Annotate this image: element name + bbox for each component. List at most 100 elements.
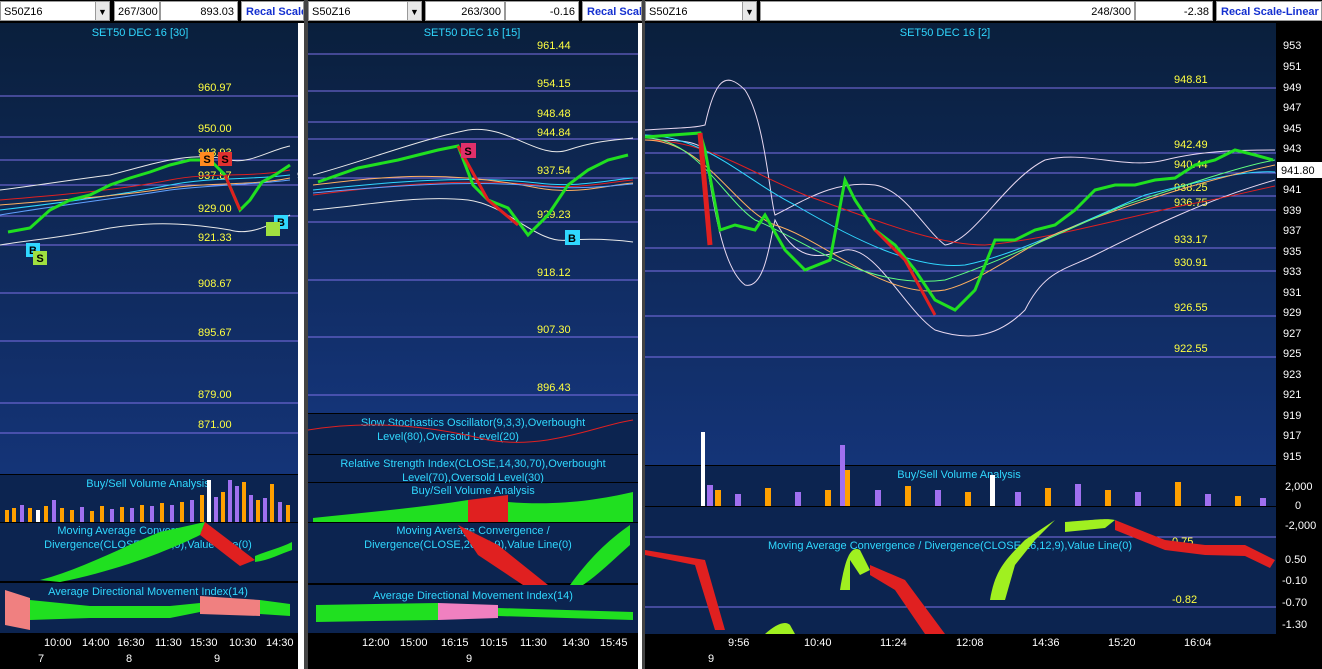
price-axis-ticks: 953 951 949 947 945 943 941 939 937 935 …	[1283, 40, 1301, 463]
svg-text:16:15: 16:15	[441, 637, 469, 649]
svg-text:923: 923	[1283, 369, 1301, 381]
svg-text:S: S	[221, 154, 228, 166]
pane-1-chart: SET50 DEC 16 [30] 960.97 950.00 943.93 9…	[0, 23, 304, 669]
volume-axis-ticks: 2,000 0 -2,000	[1285, 481, 1316, 532]
pane-2-chart: SET50 DEC 16 [15] 961.44 954.15 948.48 9…	[308, 23, 642, 669]
svg-text:931: 931	[1283, 287, 1301, 299]
chart-pane-1[interactable]: S50Z16 ▼ 267/300 893.03 Recal Scale SET5…	[0, 0, 304, 669]
svg-text:10:30: 10:30	[229, 637, 257, 649]
svg-text:933.17: 933.17	[1174, 234, 1208, 246]
svg-text:937: 937	[1283, 225, 1301, 237]
level-label: 908.67	[198, 278, 232, 290]
svg-text:951: 951	[1283, 61, 1301, 73]
svg-text:16:04: 16:04	[1184, 637, 1212, 649]
chart-title: SET50 DEC 16 [30]	[92, 27, 189, 39]
volume-title: Buy/Sell Volume Analysis	[86, 478, 210, 490]
svg-text:14:00: 14:00	[82, 637, 110, 649]
svg-text:10:15: 10:15	[480, 637, 508, 649]
svg-text:S: S	[464, 146, 471, 158]
svg-text:14:30: 14:30	[562, 637, 590, 649]
pane-divider[interactable]	[642, 0, 645, 669]
svg-text:-0.10: -0.10	[1282, 575, 1307, 587]
svg-text:10:00: 10:00	[44, 637, 72, 649]
level-label: 950.00	[198, 123, 232, 135]
chart-title: SET50 DEC 16 [15]	[424, 27, 521, 39]
svg-text:930.91: 930.91	[1174, 257, 1208, 269]
svg-text:S: S	[36, 253, 43, 265]
level-label: 895.67	[198, 327, 232, 339]
level-label: 871.00	[198, 419, 232, 431]
svg-text:941: 941	[1283, 184, 1301, 196]
time-axis-labels: 9:56 10:40 11:24 12:08 14:36 15:20 16:04…	[708, 637, 1212, 665]
svg-text:917: 917	[1283, 430, 1301, 442]
svg-text:945: 945	[1283, 123, 1301, 135]
svg-text:S: S	[203, 154, 210, 166]
svg-text:16:30: 16:30	[117, 637, 145, 649]
svg-text:915: 915	[1283, 451, 1301, 463]
svg-text:15:45: 15:45	[600, 637, 628, 649]
svg-text:9: 9	[708, 653, 714, 665]
adx-title: Average Directional Movement Index(14)	[48, 586, 248, 598]
volume-title: Buy/Sell Volume Analysis	[411, 485, 535, 497]
svg-text:929: 929	[1283, 307, 1301, 319]
pane-divider[interactable]	[304, 0, 308, 669]
svg-text:9:56: 9:56	[728, 637, 749, 649]
svg-text:15:00: 15:00	[400, 637, 428, 649]
macd-title-line-2: Divergence(CLOSE,26,12,9),Value Line(0)	[364, 539, 572, 551]
svg-text:9: 9	[466, 653, 472, 665]
svg-text:943: 943	[1283, 143, 1301, 155]
svg-text:11:30: 11:30	[155, 637, 182, 649]
macd-axis-ticks: 0.50 -0.10 -0.70 -1.30	[1282, 554, 1307, 631]
svg-text:0: 0	[1295, 500, 1301, 512]
svg-text:14:36: 14:36	[1032, 637, 1060, 649]
macd-title: Moving Average Convergence / Divergence(…	[768, 540, 1132, 552]
svg-text:948.81: 948.81	[1174, 74, 1208, 86]
adx-title: Average Directional Movement Index(14)	[373, 590, 573, 602]
svg-text:907.30: 907.30	[537, 324, 571, 336]
svg-text:10:40: 10:40	[804, 637, 832, 649]
svg-text:936.75: 936.75	[1174, 197, 1208, 209]
time-axis-labels: 12:00 15:00 16:15 10:15 11:30 14:30 15:4…	[362, 637, 628, 665]
svg-text:919: 919	[1283, 410, 1301, 422]
svg-text:953: 953	[1283, 40, 1301, 52]
svg-text:937.54: 937.54	[537, 165, 571, 177]
svg-text:961.44: 961.44	[537, 40, 571, 52]
svg-text:921: 921	[1283, 389, 1301, 401]
chart-pane-2[interactable]: S50Z16 ▼ 263/300 -0.16 Recal Scale SET50…	[308, 0, 642, 669]
svg-text:948.48: 948.48	[537, 108, 571, 120]
svg-text:933: 933	[1283, 266, 1301, 278]
svg-text:922.55: 922.55	[1174, 343, 1208, 355]
svg-text:15:30: 15:30	[190, 637, 218, 649]
svg-text:-0.70: -0.70	[1282, 597, 1307, 609]
svg-text:2,000: 2,000	[1285, 481, 1313, 493]
price-panel-bg	[0, 23, 298, 474]
svg-text:954.15: 954.15	[537, 78, 571, 90]
svg-text:7: 7	[38, 653, 44, 665]
svg-text:939: 939	[1283, 205, 1301, 217]
svg-text:0.50: 0.50	[1285, 554, 1306, 566]
svg-text:12:08: 12:08	[956, 637, 984, 649]
svg-text:11:30: 11:30	[520, 637, 547, 649]
rsi-title-line-1: Relative Strength Index(CLOSE,14,30,70),…	[340, 458, 605, 470]
svg-text:B: B	[568, 233, 576, 245]
level-label: 960.97	[198, 82, 232, 94]
svg-text:927: 927	[1283, 328, 1301, 340]
svg-text:935: 935	[1283, 246, 1301, 258]
svg-text:9: 9	[214, 653, 220, 665]
svg-text:-1.30: -1.30	[1282, 619, 1307, 631]
svg-text:12:00: 12:00	[362, 637, 390, 649]
svg-text:925: 925	[1283, 348, 1301, 360]
svg-text:949: 949	[1283, 82, 1301, 94]
chart-title: SET50 DEC 16 [2]	[900, 27, 991, 39]
svg-text:-2,000: -2,000	[1285, 520, 1316, 532]
stoch-title-line-1: Slow Stochastics Oscillator(9,3,3),Overb…	[361, 417, 585, 429]
svg-text:896.43: 896.43	[537, 382, 571, 394]
level-label: 921.33	[198, 232, 232, 244]
svg-text:926.55: 926.55	[1174, 302, 1208, 314]
chart-pane-3[interactable]: S50Z16 ▼ 248/300 -2.38 Recal Scale-Linea…	[645, 0, 1322, 669]
svg-text:14:30: 14:30	[266, 637, 294, 649]
last-price: 941.80	[1281, 165, 1315, 177]
volume-title: Buy/Sell Volume Analysis	[897, 469, 1021, 481]
svg-text:11:24: 11:24	[880, 637, 907, 649]
svg-text:942.49: 942.49	[1174, 139, 1208, 151]
